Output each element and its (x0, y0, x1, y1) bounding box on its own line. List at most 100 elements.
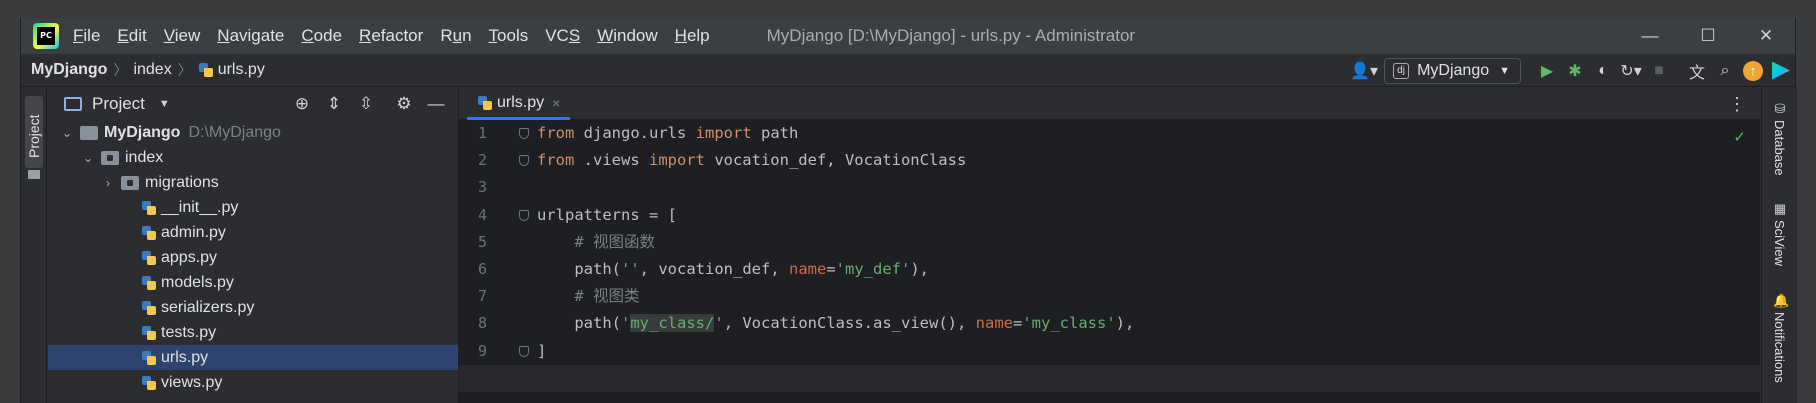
close-window-button[interactable]: ✕ (1737, 18, 1795, 54)
fold-marker-icon[interactable] (519, 345, 529, 357)
debug-icon[interactable]: ✱ (1561, 57, 1589, 85)
project-panel-title[interactable]: Project (92, 94, 145, 114)
chevron-down-icon[interactable]: ▼ (159, 98, 170, 110)
menu-tools[interactable]: Tools (489, 26, 529, 46)
fold-marker-icon[interactable] (519, 128, 529, 139)
editor-tab-bar: urls.py × ⋮ (459, 88, 1760, 120)
database-icon: ⛁ (1774, 101, 1786, 116)
project-panel-header: Project ▼ ⊕ ⇕ ⇳ ⚙ — (48, 88, 458, 120)
settings-gear-icon[interactable]: ⚙ (388, 94, 420, 114)
line-number: 4 (477, 205, 487, 224)
search-icon[interactable]: ⌕ (1711, 57, 1739, 85)
tree-row-tests[interactable]: tests.py (48, 320, 458, 345)
tree-row-urls[interactable]: urls.py (48, 345, 458, 370)
line-number: 2 (477, 151, 487, 170)
tree-row-admin[interactable]: admin.py (48, 220, 458, 245)
menu-run[interactable]: Run (440, 26, 471, 46)
tree-row-serializers[interactable]: serializers.py (48, 295, 458, 320)
menu-edit[interactable]: Edit (117, 26, 146, 46)
menu-help[interactable]: Help (675, 26, 710, 46)
menu-navigate[interactable]: Navigate (217, 26, 284, 46)
menu-vcs[interactable]: VCS (545, 26, 580, 46)
menu-window[interactable]: Window (597, 26, 657, 46)
code-lines: from django.urls import path from .views… (459, 120, 1760, 392)
tree-item-label: urls.py (161, 348, 209, 366)
translate-icon[interactable]: 文 (1683, 57, 1711, 85)
tree-item-label: index (125, 148, 164, 166)
run-icon[interactable]: ▶ (1533, 57, 1561, 85)
notifications-tool-button[interactable]: 🔔 Notifications (1770, 294, 1790, 383)
account-icon[interactable]: 👤▾ (1344, 57, 1384, 85)
update-icon[interactable]: ↑ (1739, 57, 1767, 85)
menu-refactor[interactable]: Refactor (359, 26, 423, 46)
tree-row-index[interactable]: ⌄ index (48, 145, 458, 170)
no-problems-check-icon[interactable]: ✓ (1733, 128, 1746, 146)
database-tool-label: Database (1772, 120, 1787, 176)
tree-row-migrations[interactable]: › migrations (48, 170, 458, 195)
code-line: # 视图函数 (537, 232, 655, 251)
menu-code[interactable]: Code (301, 26, 342, 46)
locate-file-icon[interactable]: ⊕ (286, 94, 318, 114)
code-editor: urls.py × ⋮ 1 2 3 4 5 6 7 8 9 10 from dj… (458, 88, 1760, 403)
project-tool-button[interactable]: Project (25, 96, 43, 168)
navigation-bar: MyDjango 〉 index 〉 urls.py 👤▾ dj MyDjang… (21, 54, 1795, 87)
close-tab-icon[interactable]: × (552, 95, 560, 111)
more-options-icon[interactable]: ⋮ (1728, 94, 1746, 115)
jetbrains-toolbox-icon[interactable] (1767, 57, 1795, 85)
run-configuration-selector[interactable]: dj MyDjango ▼ (1384, 57, 1521, 84)
run-configuration-label: MyDjango (1417, 61, 1490, 79)
tree-item-label: views.py (161, 373, 223, 391)
project-view-icon (64, 97, 82, 111)
expand-all-icon[interactable]: ⇕ (318, 94, 350, 114)
tree-item-label: models.py (161, 273, 234, 291)
chevron-right-icon[interactable]: › (101, 176, 115, 190)
tree-item-label: serializers.py (161, 298, 255, 316)
tree-item-label: tests.py (161, 323, 217, 341)
maximize-button[interactable]: ☐ (1679, 18, 1737, 54)
chevron-down-icon[interactable]: ⌄ (81, 151, 95, 165)
code-line: # 视图类 (537, 287, 640, 306)
code-line: from django.urls import path (519, 120, 1760, 147)
breadcrumb-folder[interactable]: index (133, 61, 171, 79)
line-number: 9 (477, 341, 487, 360)
breadcrumb-file[interactable]: urls.py (218, 61, 265, 79)
tree-row-init[interactable]: __init__.py (48, 195, 458, 220)
tree-item-label: migrations (145, 173, 219, 191)
menu-view[interactable]: View (164, 26, 201, 46)
code-line: path('my_class/', VocationClass.as_view(… (537, 314, 1135, 333)
sciview-tool-button[interactable]: ▦ SciView (1770, 201, 1790, 267)
bell-icon: 🔔 (1773, 293, 1790, 308)
sciview-icon: ▦ (1773, 201, 1787, 216)
minimize-button[interactable]: — (1621, 18, 1679, 54)
tree-root-row[interactable]: ⌄ MyDjango D:\MyDjango (48, 120, 458, 145)
code-area[interactable]: 1 2 3 4 5 6 7 8 9 10 from django.urls im… (459, 120, 1760, 403)
tree-row-models[interactable]: models.py (48, 270, 458, 295)
coverage-icon[interactable]: ◐ (1589, 57, 1617, 85)
pycharm-logo-icon[interactable] (33, 23, 59, 49)
fold-marker-icon[interactable] (519, 155, 529, 167)
profile-icon[interactable]: ↻▾ (1617, 57, 1645, 85)
line-number: 8 (477, 314, 487, 333)
package-folder-icon (101, 150, 119, 165)
chevron-down-icon[interactable]: ⌄ (60, 126, 74, 140)
database-tool-button[interactable]: ⛁ Database (1770, 102, 1790, 176)
tab-label: urls.py (497, 93, 545, 111)
python-file-icon (141, 350, 157, 366)
left-tool-stripe: Project (21, 88, 47, 403)
tab-urls-py[interactable]: urls.py × (467, 88, 571, 120)
collapse-all-icon[interactable]: ⇳ (350, 94, 382, 114)
hide-panel-icon[interactable]: — (420, 94, 452, 114)
stop-icon[interactable]: ■ (1645, 57, 1673, 85)
code-line: path('', vocation_def, name='my_def'), (537, 259, 929, 278)
line-number: 3 (477, 178, 487, 197)
tree-row-apps[interactable]: apps.py (48, 245, 458, 270)
line-number-gutter: 1 2 3 4 5 6 7 8 9 10 (459, 120, 517, 403)
code-line: ] (519, 338, 1760, 365)
menu-file[interactable]: File (73, 26, 100, 46)
folder-icon[interactable] (28, 170, 40, 179)
fold-marker-icon[interactable] (519, 209, 529, 221)
tree-row-views[interactable]: views.py (48, 370, 458, 395)
breadcrumb-project[interactable]: MyDjango (31, 61, 107, 79)
code-line-current (459, 364, 1760, 392)
